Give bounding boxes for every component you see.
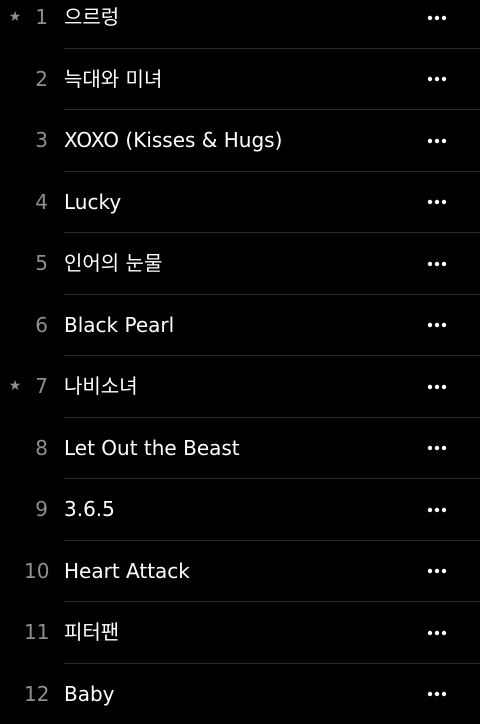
more-options-icon[interactable] — [420, 172, 454, 234]
track-title: Black Pearl — [64, 312, 175, 337]
more-options-icon[interactable] — [420, 110, 454, 172]
track-title: 나비소녀 — [64, 374, 138, 398]
track-number: 9 — [35, 497, 48, 521]
track-row[interactable]: 8 Let Out the Beast — [0, 418, 480, 480]
track-title: 피터팬 — [64, 620, 120, 644]
star-icon: ★ — [8, 9, 22, 25]
track-row[interactable]: 5 인어의 눈물 — [0, 233, 480, 295]
track-title: Lucky — [64, 189, 122, 214]
more-options-icon[interactable] — [420, 602, 454, 664]
more-options-icon[interactable] — [420, 479, 454, 541]
track-title: XOXO (Kisses & Hugs) — [64, 128, 283, 152]
track-number: 2 — [35, 66, 48, 91]
track-title: Baby — [64, 681, 115, 706]
track-row[interactable]: 3 XOXO (Kisses & Hugs) — [0, 110, 480, 172]
track-row[interactable]: 4 Lucky — [0, 172, 480, 234]
track-number: 1 — [35, 5, 48, 29]
track-row[interactable]: 10 Heart Attack — [0, 541, 480, 603]
track-row[interactable]: 12 Baby — [0, 664, 480, 724]
track-number: 5 — [35, 251, 48, 275]
track-title: 3.6.5 — [64, 497, 115, 521]
star-icon: ★ — [8, 378, 22, 394]
more-options-icon[interactable] — [420, 295, 454, 357]
track-number: 8 — [35, 435, 48, 460]
track-number: 3 — [35, 128, 48, 152]
track-number: 12 — [24, 681, 50, 706]
more-options-icon[interactable] — [420, 233, 454, 295]
track-title: 늑대와 미녀 — [64, 66, 163, 91]
track-title: Let Out the Beast — [64, 435, 240, 460]
track-title: 으르렁 — [64, 5, 120, 29]
more-options-icon[interactable] — [420, 49, 454, 111]
track-list: ★ 1 으르렁 2 늑대와 미녀 3 XOXO (Kisses & Hugs) … — [0, 0, 480, 711]
track-title: Heart Attack — [64, 558, 190, 583]
track-number: 6 — [35, 312, 48, 337]
more-options-icon[interactable] — [420, 0, 454, 49]
track-row[interactable]: ★ 7 나비소녀 — [0, 356, 480, 418]
track-row[interactable]: 2 늑대와 미녀 — [0, 49, 480, 111]
more-options-icon[interactable] — [420, 356, 454, 418]
track-number: 7 — [35, 374, 48, 398]
track-row[interactable]: 6 Black Pearl — [0, 295, 480, 357]
track-number: 11 — [24, 620, 50, 644]
track-row[interactable]: 9 3.6.5 — [0, 479, 480, 541]
track-number: 4 — [35, 189, 48, 214]
more-options-icon[interactable] — [420, 541, 454, 603]
track-row[interactable]: 11 피터팬 — [0, 602, 480, 664]
track-row[interactable]: ★ 1 으르렁 — [0, 0, 480, 49]
track-title: 인어의 눈물 — [64, 251, 163, 275]
more-options-icon[interactable] — [420, 664, 454, 724]
more-options-icon[interactable] — [420, 418, 454, 480]
track-number: 10 — [24, 558, 50, 583]
